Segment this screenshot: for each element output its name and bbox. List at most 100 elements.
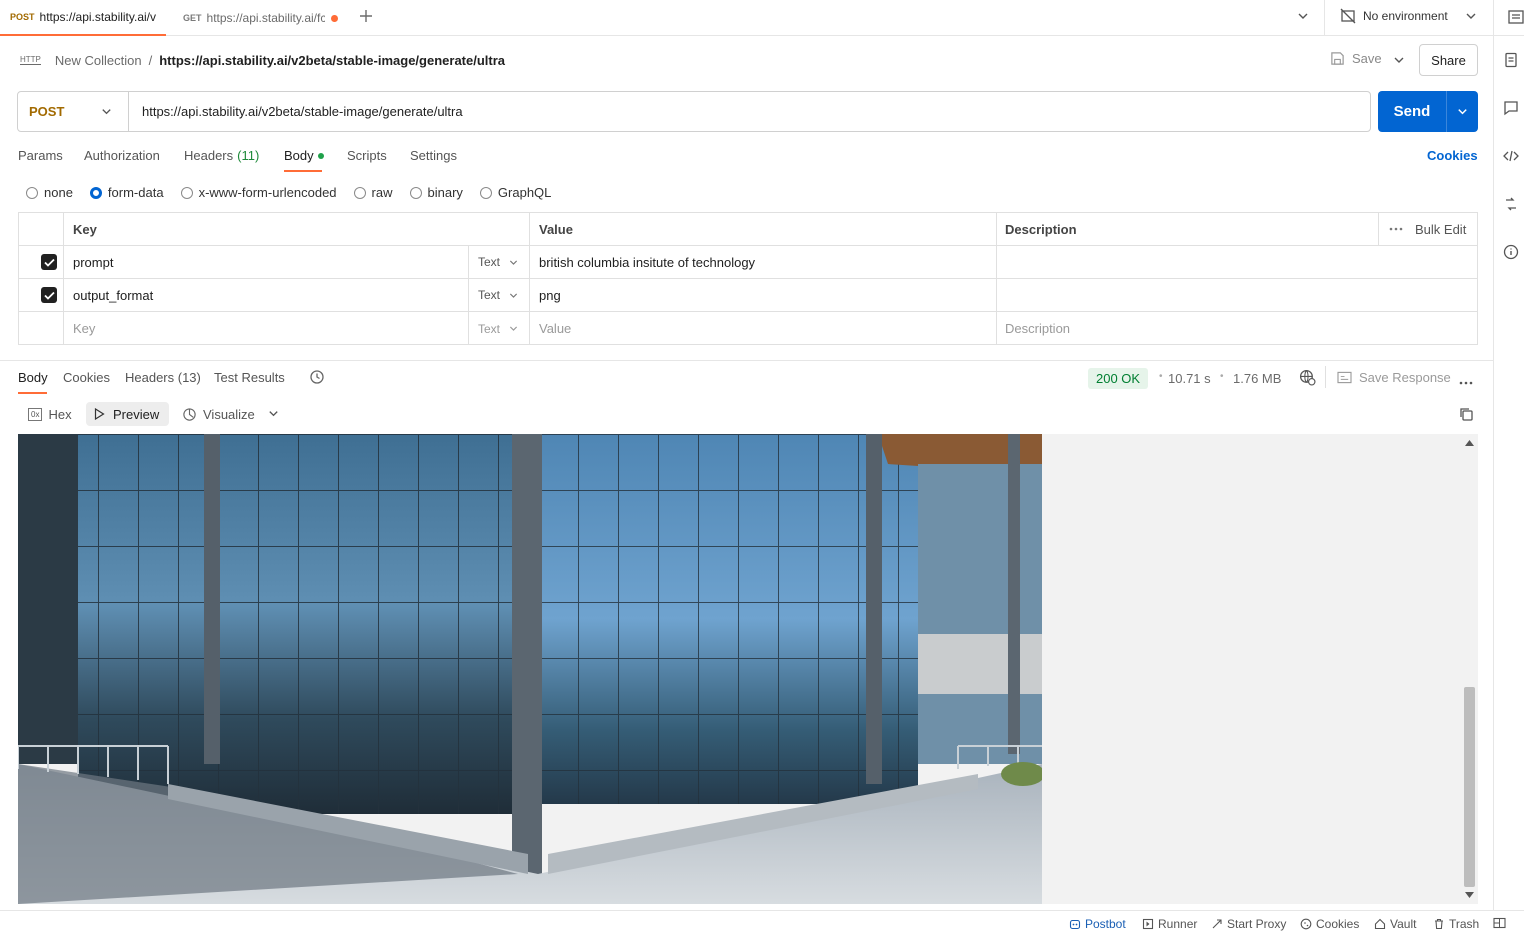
- checkmark-icon: [41, 287, 57, 303]
- tab-params[interactable]: Params: [18, 148, 63, 163]
- share-button[interactable]: Share: [1419, 44, 1478, 76]
- tab-body[interactable]: Body: [284, 148, 324, 163]
- key-cell[interactable]: prompt: [73, 246, 113, 278]
- description-input[interactable]: Description: [1005, 312, 1070, 345]
- vault-button[interactable]: Vault: [1374, 917, 1416, 931]
- key-input[interactable]: Key: [73, 312, 95, 345]
- breadcrumb-request-name[interactable]: https://api.stability.ai/v2beta/stable-i…: [159, 53, 505, 68]
- bulk-edit-button[interactable]: Bulk Edit: [1415, 213, 1466, 245]
- value-input[interactable]: Value: [539, 312, 571, 345]
- visualize-view-button[interactable]: Visualize: [174, 402, 263, 426]
- environment-quick-look-icon[interactable]: [1508, 9, 1524, 28]
- postbot-button[interactable]: Postbot: [1069, 917, 1126, 931]
- radio-form-data[interactable]: form-data: [89, 185, 164, 200]
- radio-circle: [353, 186, 366, 199]
- runner-button[interactable]: Runner: [1142, 917, 1197, 931]
- cookies-link[interactable]: Cookies: [1427, 148, 1478, 163]
- response-time[interactable]: 10.71 s: [1168, 371, 1211, 386]
- response-tab-test-results[interactable]: Test Results: [214, 370, 285, 385]
- request-tab-get[interactable]: GET https://api.stability.ai/fc: [173, 0, 348, 36]
- hex-view-button[interactable]: 0x Hex: [20, 402, 80, 426]
- scroll-up-arrow-icon[interactable]: [1465, 440, 1474, 446]
- environment-selector[interactable]: No environment: [1340, 8, 1478, 24]
- row-checkbox[interactable]: [41, 279, 57, 311]
- tab-settings[interactable]: Settings: [410, 148, 457, 163]
- response-preview-area[interactable]: [18, 434, 1478, 904]
- body-indicator-dot-icon: [317, 152, 324, 159]
- divider: [1325, 366, 1326, 388]
- radio-raw[interactable]: raw: [353, 185, 393, 200]
- active-tab-underline: [284, 170, 322, 172]
- radio-none[interactable]: none: [26, 185, 73, 200]
- history-icon[interactable]: [309, 369, 325, 388]
- tab-scripts[interactable]: Scripts: [347, 148, 387, 163]
- radio-x-www-form-urlencoded[interactable]: x-www-form-urlencoded: [180, 185, 337, 200]
- column-header-value: Value: [539, 221, 573, 237]
- more-options-icon[interactable]: [1459, 374, 1473, 389]
- method-select[interactable]: POST: [18, 92, 129, 131]
- cookies-button[interactable]: Cookies: [1300, 917, 1359, 931]
- trash-button[interactable]: Trash: [1433, 917, 1479, 931]
- send-dropdown-chevron-icon[interactable]: [1446, 91, 1478, 132]
- related-collections-icon[interactable]: [1503, 196, 1519, 212]
- preview-label: Preview: [113, 406, 160, 422]
- trash-icon: [1435, 918, 1443, 930]
- preview-view-button[interactable]: Preview: [86, 402, 169, 426]
- row-checkbox[interactable]: [41, 246, 57, 278]
- scroll-down-arrow-icon[interactable]: [1465, 892, 1474, 898]
- scrollbar-thumb[interactable]: [1464, 687, 1475, 887]
- request-tab-post[interactable]: POST https://api.stability.ai/v: [0, 0, 166, 36]
- separator-dot: •: [1220, 371, 1224, 382]
- request-response-divider[interactable]: [0, 360, 1493, 361]
- runner-label: Runner: [1158, 917, 1198, 931]
- tab-authorization[interactable]: Authorization: [84, 148, 160, 163]
- save-response-button[interactable]: Save Response: [1337, 370, 1451, 385]
- info-icon[interactable]: [1503, 244, 1519, 260]
- tab-headers[interactable]: Headers (11): [184, 148, 259, 163]
- more-options-icon[interactable]: [1389, 213, 1403, 245]
- cookies-label: Cookies: [1316, 917, 1360, 931]
- chevron-down-icon: [102, 109, 111, 115]
- type-select[interactable]: Text: [478, 279, 519, 311]
- radio-label: binary: [427, 185, 463, 200]
- chevron-down-icon: [509, 326, 518, 331]
- type-select[interactable]: Text: [478, 312, 519, 345]
- new-tab-plus-icon[interactable]: [358, 8, 376, 26]
- type-select[interactable]: Text: [478, 246, 519, 278]
- postbot-icon: [1069, 919, 1081, 930]
- table-row-new: Key Text Value Description: [19, 312, 1477, 345]
- documentation-icon[interactable]: [1503, 52, 1519, 68]
- trash-label: Trash: [1449, 917, 1480, 931]
- start-proxy-button[interactable]: Start Proxy: [1211, 917, 1286, 931]
- comments-icon[interactable]: [1503, 100, 1519, 116]
- status-badge[interactable]: 200 OK: [1088, 368, 1149, 389]
- code-icon[interactable]: [1503, 148, 1519, 164]
- tabs-dropdown-chevron-icon[interactable]: [1296, 9, 1310, 26]
- hex-label: Hex: [48, 406, 72, 422]
- column-divider: [529, 213, 530, 344]
- status-bar-footer: Postbot Runner Start Proxy Cookies Vault…: [0, 910, 1524, 936]
- tab-body-label: Body: [284, 148, 314, 163]
- save-dropdown-chevron-icon[interactable]: [1392, 53, 1406, 70]
- response-tab-body[interactable]: Body: [18, 370, 48, 385]
- radio-binary[interactable]: binary: [409, 185, 463, 200]
- response-tab-headers[interactable]: Headers (13): [125, 370, 201, 385]
- visualize-dropdown-chevron-icon[interactable]: [267, 407, 280, 423]
- send-button[interactable]: Send: [1378, 91, 1478, 132]
- save-button[interactable]: Save: [1330, 51, 1382, 66]
- radio-graphql[interactable]: GraphQL: [479, 185, 551, 200]
- vault-label: Vault: [1390, 917, 1417, 931]
- value-cell[interactable]: british columbia insitute of technology: [539, 246, 755, 278]
- url-input[interactable]: https://api.stability.ai/v2beta/stable-i…: [129, 104, 463, 119]
- save-response-label: Save Response: [1359, 370, 1451, 385]
- copy-icon[interactable]: [1458, 406, 1474, 425]
- breadcrumb-collection[interactable]: New Collection: [55, 53, 142, 68]
- network-globe-icon[interactable]: [1299, 369, 1316, 389]
- breadcrumb-separator: /: [148, 52, 153, 68]
- two-pane-view-icon[interactable]: [1493, 917, 1510, 929]
- response-tab-cookies[interactable]: Cookies: [63, 370, 110, 385]
- response-size[interactable]: 1.76 MB: [1233, 371, 1281, 386]
- value-cell[interactable]: png: [539, 279, 561, 311]
- tab-label: https://api.stability.ai/v: [39, 10, 156, 24]
- key-cell[interactable]: output_format: [73, 279, 153, 311]
